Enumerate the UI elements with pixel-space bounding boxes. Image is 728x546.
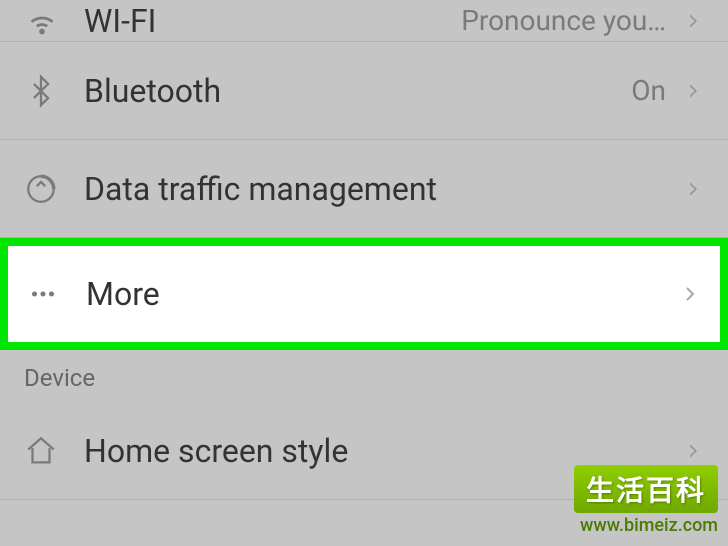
bluetooth-label: Bluetooth bbox=[84, 72, 631, 110]
bluetooth-value: On bbox=[631, 74, 666, 107]
bluetooth-icon bbox=[24, 74, 84, 108]
chevron-right-icon bbox=[682, 440, 704, 462]
more-icon bbox=[26, 277, 86, 311]
watermark: 生活百科 www.bimeiz.com bbox=[574, 465, 718, 536]
chevron-right-icon bbox=[682, 10, 704, 32]
watermark-url: www.bimeiz.com bbox=[574, 515, 718, 536]
settings-item-bluetooth[interactable]: Bluetooth On bbox=[0, 42, 728, 140]
home-screen-label: Home screen style bbox=[84, 432, 682, 470]
chevron-right-icon bbox=[682, 178, 704, 200]
data-traffic-icon bbox=[24, 172, 84, 206]
chevron-right-icon bbox=[678, 282, 702, 306]
settings-item-more[interactable]: More bbox=[0, 238, 728, 350]
watermark-title: 生活百科 bbox=[574, 465, 718, 513]
home-icon bbox=[24, 434, 84, 468]
wifi-icon bbox=[24, 3, 84, 39]
settings-item-wifi[interactable]: WI-FI Pronounce you… bbox=[0, 0, 728, 42]
more-label: More bbox=[86, 275, 678, 313]
wifi-label: WI-FI bbox=[84, 2, 461, 40]
chevron-right-icon bbox=[682, 80, 704, 102]
wifi-value: Pronounce you… bbox=[461, 4, 666, 37]
section-header-device: Device bbox=[0, 350, 728, 402]
settings-item-data-traffic[interactable]: Data traffic management bbox=[0, 140, 728, 238]
data-traffic-label: Data traffic management bbox=[84, 170, 682, 208]
